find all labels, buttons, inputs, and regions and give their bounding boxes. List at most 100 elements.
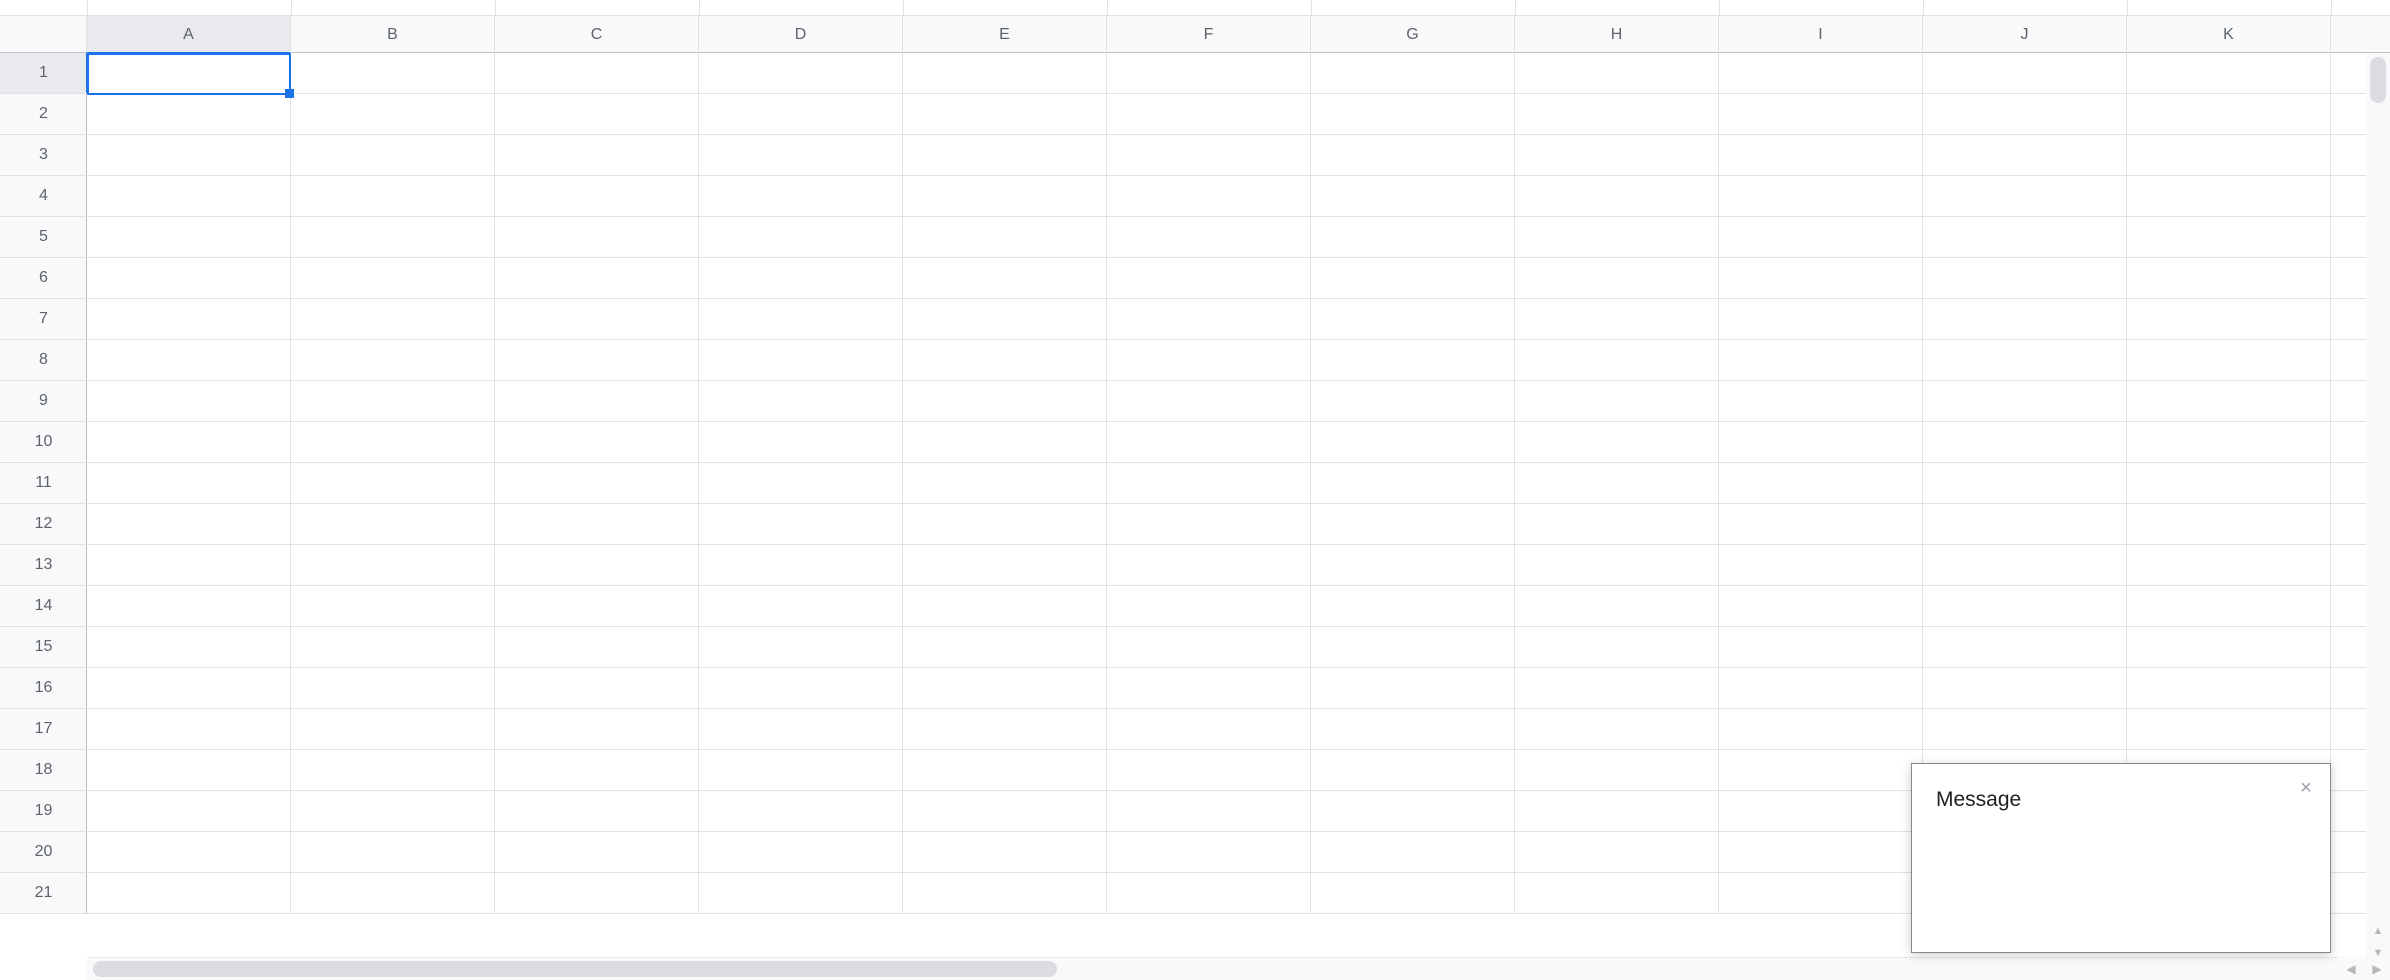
cell[interactable] (1311, 545, 1515, 586)
cell[interactable] (1719, 832, 1923, 873)
cell[interactable] (291, 340, 495, 381)
cell[interactable] (291, 422, 495, 463)
cell[interactable] (1107, 422, 1311, 463)
cell[interactable] (2127, 422, 2331, 463)
cell[interactable] (1719, 258, 1923, 299)
cell[interactable] (1107, 545, 1311, 586)
select-all-corner[interactable] (0, 16, 87, 53)
row-header-20[interactable]: 20 (0, 832, 87, 873)
cell[interactable] (903, 545, 1107, 586)
cell[interactable] (1107, 586, 1311, 627)
cell[interactable] (1311, 422, 1515, 463)
cell[interactable] (1719, 627, 1923, 668)
cell[interactable] (699, 791, 903, 832)
cell[interactable] (495, 586, 699, 627)
cell[interactable] (699, 627, 903, 668)
cell[interactable] (2127, 463, 2331, 504)
cell[interactable] (1923, 504, 2127, 545)
cell[interactable] (903, 463, 1107, 504)
cell[interactable] (495, 791, 699, 832)
cell[interactable] (1719, 53, 1923, 94)
cell[interactable] (2127, 709, 2331, 750)
cell[interactable] (1311, 299, 1515, 340)
cell[interactable] (495, 668, 699, 709)
cell[interactable] (903, 217, 1107, 258)
horizontal-scrollbar[interactable] (87, 957, 2338, 980)
cell[interactable] (87, 463, 291, 504)
cell[interactable] (87, 545, 291, 586)
cell[interactable] (1719, 504, 1923, 545)
cell[interactable] (87, 668, 291, 709)
cell[interactable] (291, 463, 495, 504)
cell[interactable] (1923, 381, 2127, 422)
cell[interactable] (903, 832, 1107, 873)
cell[interactable] (2127, 586, 2331, 627)
cell[interactable] (87, 53, 291, 94)
cell[interactable] (699, 586, 903, 627)
horizontal-scrollbar-thumb[interactable] (93, 961, 1057, 977)
row-header-7[interactable]: 7 (0, 299, 87, 340)
cell[interactable] (1311, 135, 1515, 176)
scroll-left-icon[interactable]: ◀ (2338, 957, 2364, 980)
row-header-17[interactable]: 17 (0, 709, 87, 750)
cell[interactable] (291, 258, 495, 299)
cell[interactable] (1719, 340, 1923, 381)
cell[interactable] (291, 873, 495, 914)
cell[interactable] (1311, 217, 1515, 258)
cell[interactable] (87, 176, 291, 217)
cell[interactable] (1923, 94, 2127, 135)
col-header-K[interactable]: K (2127, 16, 2331, 53)
cell[interactable] (1923, 299, 2127, 340)
cell[interactable] (2127, 217, 2331, 258)
cell[interactable] (495, 94, 699, 135)
row-header-8[interactable]: 8 (0, 340, 87, 381)
col-header-D[interactable]: D (699, 16, 903, 53)
cell[interactable] (1311, 668, 1515, 709)
close-icon[interactable]: × (2296, 778, 2316, 798)
cell[interactable] (1107, 668, 1311, 709)
cell[interactable] (1107, 176, 1311, 217)
cell[interactable] (1515, 463, 1719, 504)
cell[interactable] (1107, 791, 1311, 832)
cell[interactable] (1107, 299, 1311, 340)
cell[interactable] (1311, 53, 1515, 94)
cell[interactable] (903, 299, 1107, 340)
cell[interactable] (1719, 545, 1923, 586)
row-header-12[interactable]: 12 (0, 504, 87, 545)
cell[interactable] (699, 340, 903, 381)
cell[interactable] (1515, 299, 1719, 340)
cell[interactable] (2127, 381, 2331, 422)
cell[interactable] (1923, 668, 2127, 709)
cell[interactable] (1719, 94, 1923, 135)
cell[interactable] (87, 217, 291, 258)
cell[interactable] (903, 135, 1107, 176)
cell[interactable] (903, 381, 1107, 422)
cell[interactable] (699, 94, 903, 135)
cell[interactable] (495, 832, 699, 873)
cell[interactable] (903, 709, 1107, 750)
cell[interactable] (87, 258, 291, 299)
cell[interactable] (1923, 586, 2127, 627)
cell[interactable] (903, 176, 1107, 217)
cell[interactable] (1107, 53, 1311, 94)
cell[interactable] (699, 299, 903, 340)
col-header-I[interactable]: I (1719, 16, 1923, 53)
cell[interactable] (1107, 94, 1311, 135)
cell[interactable] (1311, 832, 1515, 873)
cell[interactable] (1719, 299, 1923, 340)
cell[interactable] (1311, 463, 1515, 504)
cell[interactable] (903, 750, 1107, 791)
cell[interactable] (1107, 135, 1311, 176)
cell[interactable] (1515, 258, 1719, 299)
cell[interactable] (1515, 873, 1719, 914)
cell[interactable] (2127, 258, 2331, 299)
cell[interactable] (87, 873, 291, 914)
cell[interactable] (2127, 668, 2331, 709)
cell[interactable] (495, 340, 699, 381)
cell[interactable] (2127, 176, 2331, 217)
cell[interactable] (2127, 135, 2331, 176)
cell[interactable] (291, 94, 495, 135)
cell[interactable] (699, 135, 903, 176)
row-header-1[interactable]: 1 (0, 53, 87, 94)
cell[interactable] (903, 53, 1107, 94)
